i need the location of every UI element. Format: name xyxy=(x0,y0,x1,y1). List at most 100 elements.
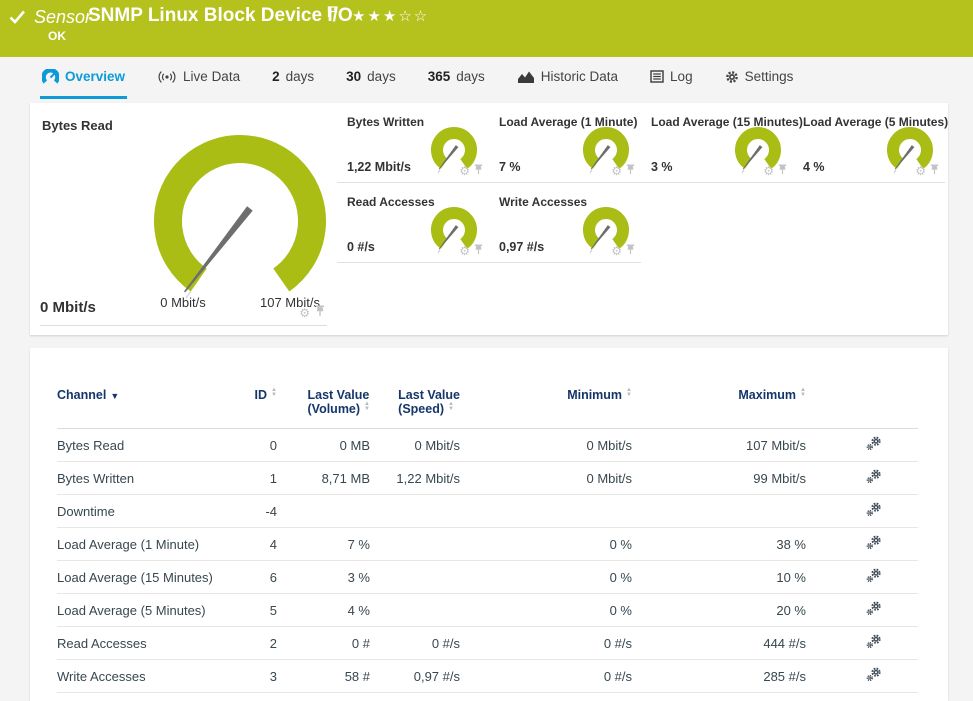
gauge-settings-gear-icon[interactable]: ⚙ xyxy=(915,166,926,176)
maximum-value xyxy=(632,495,806,528)
column-header-last-value-speed[interactable]: Last Value (Speed)▲▼ xyxy=(370,388,460,429)
column-label: ID xyxy=(255,388,268,402)
primary-gauge xyxy=(145,121,335,301)
pin-icon[interactable] xyxy=(626,162,635,180)
gauge-settings-gear-icon[interactable]: ⚙ xyxy=(459,246,470,256)
table-row: Bytes Written 1 8,71 MB 1,22 Mbit/s 0 Mb… xyxy=(57,462,918,495)
column-label: Last Value xyxy=(398,388,460,402)
mini-gauge-load-average-5-minutes[interactable]: Load Average (5 Minutes) 4 % ⚙ xyxy=(793,103,945,183)
mini-gauge-load-average-15-minutes[interactable]: Load Average (15 Minutes) 3 % ⚙ xyxy=(641,103,793,183)
pin-icon[interactable] xyxy=(474,242,483,260)
mini-gauge-write-accesses[interactable]: Write Accesses 0,97 #/s ⚙ xyxy=(489,183,641,263)
table-header-row: Channel▼ ID▲▼ Last Value (Volume)▲▼ Last… xyxy=(57,388,918,429)
column-header-id[interactable]: ID▲▼ xyxy=(222,388,277,429)
column-label: Minimum xyxy=(567,388,622,402)
tab-settings[interactable]: Settings xyxy=(723,57,796,99)
gauge-settings-gear-icon[interactable]: ⚙ xyxy=(611,166,622,176)
gauge-settings-gear-icon[interactable]: ⚙ xyxy=(763,166,774,176)
gauge-settings-gear-icon[interactable]: ⚙ xyxy=(459,166,470,176)
primary-gauge-panel: Bytes Read x̄ 0 Mbit/s 107 Mbit/s 0 Mbit… xyxy=(30,103,337,335)
tab-label: Settings xyxy=(745,69,794,84)
column-header-channel[interactable]: Channel▼ xyxy=(57,388,222,429)
table-row: Write Accesses 3 58 # 0,97 #/s 0 #/s 285… xyxy=(57,660,918,693)
gear-icon xyxy=(725,70,739,84)
column-header-edit xyxy=(806,388,918,429)
edit-channel-gears-icon[interactable] xyxy=(866,667,882,685)
pin-icon[interactable] xyxy=(778,162,787,180)
channel-name: Read Accesses xyxy=(57,627,222,660)
sensor-status-badge: OK xyxy=(48,29,66,43)
mini-gauge-value: 0 #/s xyxy=(347,240,375,254)
last-value-speed: 0 #/s xyxy=(370,627,460,660)
column-header-maximum[interactable]: Maximum▲▼ xyxy=(632,388,806,429)
column-header-last-value-volume[interactable]: Last Value (Volume)▲▼ xyxy=(277,388,370,429)
column-label: Last Value xyxy=(308,388,370,402)
pin-icon[interactable] xyxy=(474,162,483,180)
edit-channel-gears-icon[interactable] xyxy=(866,469,882,487)
broadcast-icon xyxy=(157,70,177,84)
table-row: Load Average (5 Minutes) 5 4 % 0 % 20 % xyxy=(57,594,918,627)
mini-gauge-load-average-1-minute[interactable]: Load Average (1 Minute) 7 % ⚙ xyxy=(489,103,641,183)
column-label: Maximum xyxy=(738,388,796,402)
channel-name: Bytes Written xyxy=(57,462,222,495)
tab-number: 30 xyxy=(346,69,361,84)
edit-channel-gears-icon[interactable] xyxy=(866,568,882,586)
last-value-speed xyxy=(370,594,460,627)
gauge-settings-gear-icon[interactable]: ⚙ xyxy=(299,308,310,318)
last-value-speed: 0,97 #/s xyxy=(370,660,460,693)
tab-overview[interactable]: Overview xyxy=(40,57,127,99)
minimum-value: 0 #/s xyxy=(460,660,632,693)
primary-gauge-title: Bytes Read xyxy=(42,118,113,133)
sort-icon: ▲▼ xyxy=(271,388,277,398)
gauge-min-label: 0 Mbit/s xyxy=(135,295,231,310)
minimum-value: 0 % xyxy=(460,594,632,627)
mini-gauge-read-accesses[interactable]: Read Accesses 0 #/s ⚙ xyxy=(337,183,489,263)
last-value-speed xyxy=(370,561,460,594)
gauge-settings-gear-icon[interactable]: ⚙ xyxy=(611,246,622,256)
edit-channel-gears-icon[interactable] xyxy=(866,502,882,520)
edit-channel-gears-icon[interactable] xyxy=(866,535,882,553)
maximum-value: 38 % xyxy=(632,528,806,561)
minimum-value: 0 % xyxy=(460,561,632,594)
channel-name: Load Average (15 Minutes) xyxy=(57,561,222,594)
channel-id: 0 xyxy=(222,429,277,462)
last-value-volume: 0 # xyxy=(277,627,370,660)
pin-icon[interactable] xyxy=(626,242,635,260)
last-value-speed: 1,22 Mbit/s xyxy=(370,462,460,495)
priority-flag-icon[interactable] xyxy=(327,6,338,21)
tab-live-data[interactable]: Live Data xyxy=(155,57,242,99)
tab-historic-data[interactable]: Historic Data xyxy=(515,57,620,99)
pin-icon[interactable] xyxy=(315,304,325,322)
mini-gauge-title: Write Accesses xyxy=(499,195,587,209)
edit-channel-gears-icon[interactable] xyxy=(866,436,882,454)
tab-2-days[interactable]: 2 days xyxy=(270,57,316,99)
edit-channel-gears-icon[interactable] xyxy=(866,601,882,619)
tab-365-days[interactable]: 365 days xyxy=(426,57,487,99)
last-value-volume: 0 MB xyxy=(277,429,370,462)
tab-label: Overview xyxy=(65,69,125,84)
table-row: Load Average (1 Minute) 4 7 % 0 % 38 % xyxy=(57,528,918,561)
mini-gauge-bytes-written[interactable]: Bytes Written 1,22 Mbit/s ⚙ xyxy=(337,103,489,183)
minimum-value: 0 Mbit/s xyxy=(460,462,632,495)
maximum-value: 107 Mbit/s xyxy=(632,429,806,462)
gauge-max-label: 107 Mbit/s xyxy=(240,295,340,310)
pin-icon[interactable] xyxy=(930,162,939,180)
last-value-volume: 3 % xyxy=(277,561,370,594)
column-label: Channel xyxy=(57,388,106,402)
tab-log[interactable]: Log xyxy=(648,57,695,99)
edit-channel-gears-icon[interactable] xyxy=(866,634,882,652)
gauge-icon xyxy=(42,69,59,84)
last-value-speed xyxy=(370,528,460,561)
status-ok-check-icon xyxy=(9,9,26,30)
column-header-minimum[interactable]: Minimum▲▼ xyxy=(460,388,632,429)
minimum-value: 0 #/s xyxy=(460,627,632,660)
maximum-value: 444 #/s xyxy=(632,627,806,660)
last-value-speed: 0 Mbit/s xyxy=(370,429,460,462)
area-chart-icon xyxy=(517,70,535,84)
mini-gauge-value: 4 % xyxy=(803,160,825,174)
minimum-value: 0 Mbit/s xyxy=(460,429,632,462)
priority-stars[interactable]: ★★★☆☆ xyxy=(352,7,429,25)
tab-30-days[interactable]: 30 days xyxy=(344,57,398,99)
mini-gauge-value: 7 % xyxy=(499,160,521,174)
channel-name: Downtime xyxy=(57,495,222,528)
